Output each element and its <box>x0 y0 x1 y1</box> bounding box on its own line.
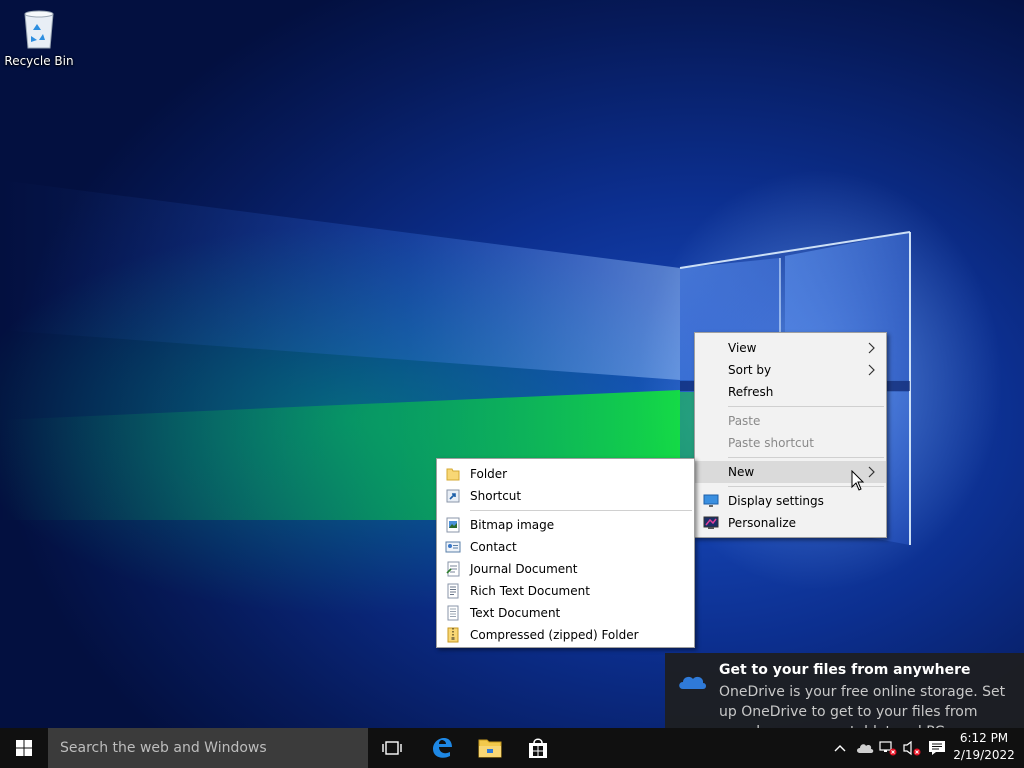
recycle-bin-icon <box>24 10 54 49</box>
clock-time: 6:12 PM <box>959 731 1009 745</box>
start-button[interactable] <box>0 728 48 768</box>
recycle-bin-desktop-icon[interactable]: Recycle Bin <box>4 6 74 76</box>
menu-separator <box>470 510 692 511</box>
mouse-cursor-icon <box>851 470 865 491</box>
menu-separator <box>728 406 884 407</box>
new-item-compressed-folder[interactable]: Compressed (zipped) Folder <box>437 624 694 646</box>
chevron-up-icon <box>834 745 846 752</box>
zip-folder-icon <box>447 627 459 643</box>
display-icon <box>703 494 719 507</box>
toast-title: Get to your files from anywhere <box>719 662 971 678</box>
menu-item-sort-by[interactable]: Sort by <box>695 359 886 381</box>
onedrive-notification[interactable]: Get to your files from anywhere OneDrive… <box>665 653 1024 728</box>
onedrive-tray-icon[interactable] <box>855 738 875 758</box>
menu-item-label: Folder <box>470 467 508 481</box>
text-document-icon <box>447 605 459 621</box>
menu-item-label: Contact <box>470 540 517 554</box>
menu-item-label: Paste <box>728 414 761 428</box>
new-item-bitmap[interactable]: Bitmap image <box>437 514 694 536</box>
toast-body: OneDrive is your free online storage. Se… <box>719 684 1006 728</box>
menu-item-label: Rich Text Document <box>470 584 590 598</box>
network-tray-icon[interactable] <box>878 738 898 758</box>
cloud-icon <box>857 744 874 753</box>
onedrive-cloud-icon <box>679 676 706 689</box>
menu-item-label: Sort by <box>728 363 772 377</box>
chevron-right-icon <box>866 337 876 359</box>
file-explorer-taskbar-button[interactable] <box>466 728 514 768</box>
volume-tray-icon[interactable] <box>902 738 922 758</box>
store-bag-icon <box>529 738 547 758</box>
personalize-icon <box>703 516 719 529</box>
new-submenu: Folder Shortcut Bitmap image Contact Jou… <box>436 458 695 648</box>
menu-item-display-settings[interactable]: Display settings <box>695 490 886 512</box>
file-explorer-icon <box>478 739 502 758</box>
menu-item-label: Display settings <box>728 494 824 508</box>
menu-item-label: Refresh <box>728 385 774 399</box>
task-view-button[interactable] <box>368 728 416 768</box>
recycle-bin-label: Recycle Bin <box>4 54 74 68</box>
speaker-muted-icon <box>903 740 921 756</box>
contact-icon <box>445 541 461 553</box>
menu-item-label: New <box>728 465 755 479</box>
menu-item-label: Journal Document <box>470 562 578 576</box>
show-hidden-icons-button[interactable] <box>830 738 850 758</box>
menu-item-label: Bitmap image <box>470 518 555 532</box>
menu-item-paste: Paste <box>695 410 886 432</box>
bitmap-icon <box>446 517 460 533</box>
menu-item-label: Personalize <box>728 516 797 530</box>
chevron-right-icon <box>866 461 876 483</box>
menu-item-label: Compressed (zipped) Folder <box>470 628 639 642</box>
windows-logo-icon <box>16 740 32 756</box>
new-item-journal-document[interactable]: Journal Document <box>437 558 694 580</box>
task-view-icon <box>382 741 402 755</box>
menu-separator <box>728 457 884 458</box>
clock-date: 2/19/2022 <box>953 748 1015 762</box>
desktop-context-menu: View Sort by Refresh Paste Paste shortcu… <box>694 332 887 538</box>
edge-browser-icon <box>433 738 452 758</box>
new-item-folder[interactable]: Folder <box>437 463 694 485</box>
menu-item-label: View <box>728 341 757 355</box>
folder-icon <box>446 468 460 481</box>
new-item-contact[interactable]: Contact <box>437 536 694 558</box>
chevron-right-icon <box>866 359 876 381</box>
network-disconnected-icon <box>879 741 897 756</box>
store-taskbar-button[interactable] <box>514 728 562 768</box>
taskbar-clock[interactable]: 6:12 PM 2/19/2022 <box>951 730 1017 766</box>
menu-item-personalize[interactable]: Personalize <box>695 512 886 534</box>
new-item-rich-text-document[interactable]: Rich Text Document <box>437 580 694 602</box>
menu-item-label: Shortcut <box>470 489 522 503</box>
taskbar: Search the web and Windows 6:12 PM 2/19/… <box>0 728 1024 768</box>
shortcut-icon <box>446 489 460 503</box>
menu-item-label: Paste shortcut <box>728 436 814 450</box>
notification-icon <box>929 741 945 755</box>
menu-item-paste-shortcut: Paste shortcut <box>695 432 886 454</box>
journal-icon <box>446 561 460 577</box>
new-item-shortcut[interactable]: Shortcut <box>437 485 694 507</box>
menu-item-view[interactable]: View <box>695 337 886 359</box>
taskbar-search-input[interactable]: Search the web and Windows <box>48 728 368 768</box>
action-center-button[interactable] <box>927 738 947 758</box>
rich-text-icon <box>447 583 459 599</box>
menu-item-label: Text Document <box>470 606 561 620</box>
edge-taskbar-button[interactable] <box>418 728 466 768</box>
menu-item-refresh[interactable]: Refresh <box>695 381 886 403</box>
new-item-text-document[interactable]: Text Document <box>437 602 694 624</box>
